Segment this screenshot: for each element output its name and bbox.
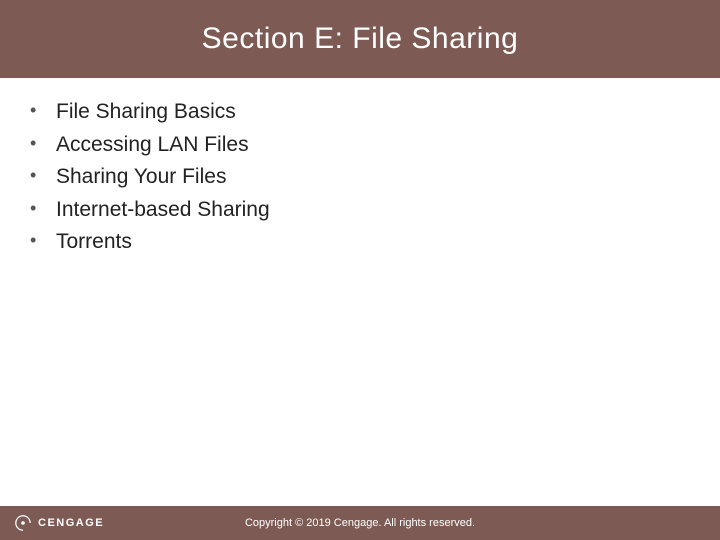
bullet-list: • File Sharing Basics • Accessing LAN Fi…	[30, 96, 690, 259]
brand-text: CENGAGE	[38, 517, 104, 529]
list-item: • Torrents	[30, 226, 690, 259]
slide: Section E: File Sharing • File Sharing B…	[0, 0, 720, 540]
slide-footer: CENGAGE Copyright © 2019 Cengage. All ri…	[0, 506, 720, 540]
list-item-text: Internet-based Sharing	[56, 194, 270, 227]
list-item: • Internet-based Sharing	[30, 194, 690, 227]
bullet-icon: •	[30, 96, 56, 125]
slide-header: Section E: File Sharing	[0, 0, 720, 78]
list-item-text: Torrents	[56, 226, 132, 259]
list-item: • File Sharing Basics	[30, 96, 690, 129]
bullet-icon: •	[30, 161, 56, 190]
slide-title: Section E: File Sharing	[202, 22, 519, 56]
list-item-text: Sharing Your Files	[56, 161, 226, 194]
list-item-text: File Sharing Basics	[56, 96, 236, 129]
list-item: • Sharing Your Files	[30, 161, 690, 194]
brand-logo: CENGAGE	[14, 514, 104, 532]
slide-content: • File Sharing Basics • Accessing LAN Fi…	[0, 78, 720, 259]
copyright-text: Copyright © 2019 Cengage. All rights res…	[245, 517, 475, 529]
list-item-text: Accessing LAN Files	[56, 129, 249, 162]
bullet-icon: •	[30, 226, 56, 255]
cengage-icon	[14, 514, 32, 532]
list-item: • Accessing LAN Files	[30, 129, 690, 162]
bullet-icon: •	[30, 194, 56, 223]
bullet-icon: •	[30, 129, 56, 158]
